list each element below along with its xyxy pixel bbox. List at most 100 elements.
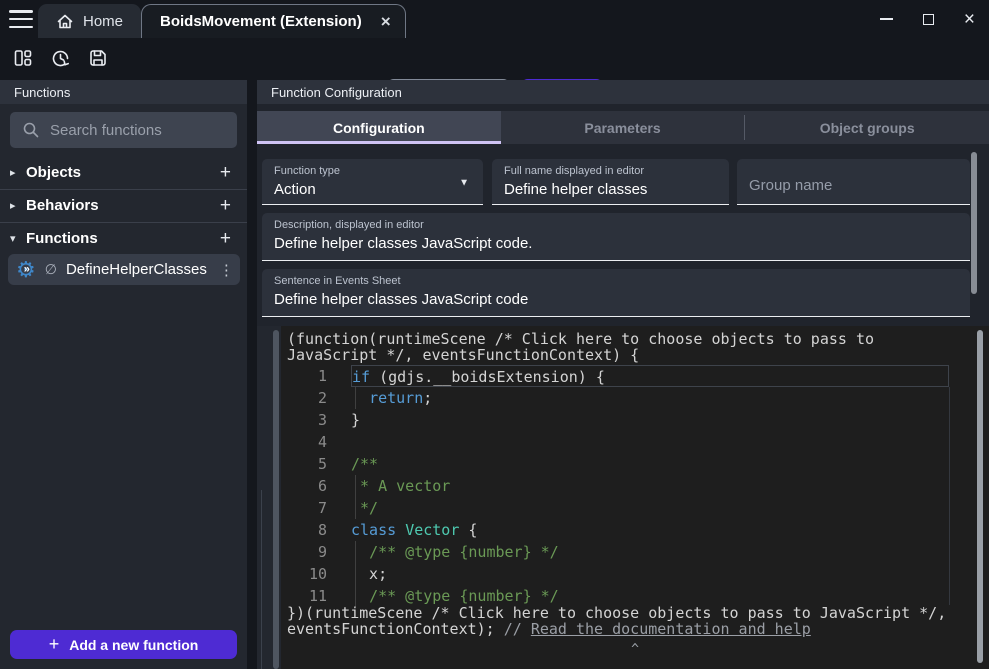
code-token — [396, 521, 405, 539]
code-line[interactable]: 1 if (gdjs.__boidsExtension) { — [281, 365, 989, 387]
home-tab-label: Home — [83, 13, 123, 30]
functions-sidebar: Functions Search functions ▸ Objects + ▸… — [0, 80, 247, 669]
line-number: 1 — [281, 365, 327, 387]
code-line[interactable]: 9 /** @type {number} */ — [281, 541, 989, 563]
tab-home[interactable]: Home — [38, 4, 141, 38]
code-line-content[interactable]: } — [351, 409, 949, 431]
code-line[interactable]: 8class Vector { — [281, 519, 989, 541]
code-line-content[interactable]: */ — [351, 497, 949, 519]
code-token: (gdjs.__boidsExtension) { — [370, 368, 605, 386]
code-token: return — [369, 389, 423, 407]
code-line-content[interactable]: /** @type {number} */ — [351, 541, 949, 563]
hamburger-menu-button[interactable] — [9, 10, 33, 28]
section-label: Behaviors — [26, 197, 214, 214]
code-token: Vector — [405, 521, 459, 539]
code-line[interactable]: 5 /** — [281, 453, 989, 475]
code-line-content[interactable]: x; — [351, 563, 949, 585]
code-line[interactable]: 6 * A vector — [281, 475, 989, 497]
code-line-content[interactable]: if (gdjs.__boidsExtension) { — [351, 365, 949, 387]
active-tab-label: BoidsMovement (Extension) — [160, 13, 362, 30]
chevron-down-icon[interactable]: ▾ — [10, 232, 24, 245]
add-function-label: Add a new function — [69, 637, 198, 653]
add-function-button[interactable]: + — [214, 228, 237, 250]
code-line[interactable]: 7 */ — [281, 497, 989, 519]
sidebar-section-objects[interactable]: ▸ Objects + — [0, 157, 247, 188]
close-tab-icon[interactable]: × — [381, 13, 391, 30]
full-name-field[interactable]: Full name displayed in editor Define hel… — [492, 159, 729, 205]
line-number: 9 — [281, 541, 327, 563]
function-name: DefineHelperClasses — [66, 261, 207, 278]
group-name-field[interactable]: Group name — [737, 159, 970, 205]
main-panel-title: Function Configuration — [271, 85, 402, 100]
editor-guide-line — [949, 387, 950, 605]
add-behavior-button[interactable]: + — [214, 195, 237, 217]
code-header[interactable]: (function(runtimeScene /* Click here to … — [281, 326, 989, 363]
code-editor-left-scrollbar[interactable] — [273, 330, 279, 669]
function-type-select[interactable]: Function type Action ▼ — [262, 159, 483, 205]
code-line-content[interactable]: return; — [351, 387, 949, 409]
more-options-icon[interactable]: ⋮ — [216, 261, 237, 279]
history-icon[interactable] — [50, 48, 71, 69]
add-new-function-button[interactable]: + Add a new function — [10, 630, 237, 659]
code-lines: 1if (gdjs.__boidsExtension) {2 return;3}… — [281, 365, 989, 607]
code-header-line[interactable]: (function(runtimeScene /* Click here to … — [287, 331, 989, 347]
code-token: ; — [423, 389, 432, 407]
code-token: // — [504, 620, 531, 638]
code-line-content[interactable] — [351, 431, 949, 453]
description-field[interactable]: Description, displayed in editor Define … — [262, 213, 970, 261]
code-footer-line[interactable]: })(runtimeScene /* Click here to choose … — [287, 605, 989, 621]
tab-boidsmovement-extension[interactable]: BoidsMovement (Extension) × — [141, 4, 406, 38]
line-number: 10 — [281, 563, 327, 585]
window-controls: × — [880, 0, 975, 38]
function-icon: ⚙ » — [16, 259, 36, 281]
minimize-icon[interactable] — [880, 18, 893, 20]
tab-object-groups[interactable]: Object groups — [745, 111, 989, 144]
chevron-right-icon[interactable]: ▸ — [10, 166, 24, 179]
sentence-field[interactable]: Sentence in Events Sheet Define helper c… — [262, 269, 970, 317]
line-number: 5 — [281, 453, 327, 475]
toolbar-left-group — [13, 42, 108, 74]
expand-caret[interactable]: ^ — [281, 642, 989, 657]
indent-guide — [355, 497, 356, 519]
add-object-button[interactable]: + — [214, 162, 237, 184]
indent-guide — [355, 387, 356, 409]
configuration-tabs: Configuration Parameters Object groups — [257, 111, 989, 144]
sidebar-panel-header: Functions — [0, 80, 247, 104]
line-number: 4 — [281, 431, 327, 453]
code-editor-scrollbar[interactable] — [977, 330, 983, 663]
visibility-off-icon: ∅ — [45, 261, 57, 278]
home-icon — [56, 13, 74, 30]
code-line[interactable]: 10 x; — [281, 563, 989, 585]
code-token: class — [351, 521, 396, 539]
sidebar-section-behaviors[interactable]: ▸ Behaviors + — [0, 190, 247, 221]
code-token: * A vector — [351, 477, 450, 495]
line-number: 2 — [281, 387, 327, 409]
section-label: Functions — [26, 230, 214, 247]
panels-layout-icon[interactable] — [13, 48, 33, 68]
sidebar-section-functions[interactable]: ▾ Functions + — [0, 223, 247, 254]
code-footer-line[interactable]: eventsFunctionContext); // Read the docu… — [287, 621, 989, 637]
chevron-right-icon[interactable]: ▸ — [10, 199, 24, 212]
code-line[interactable]: 2 return; — [281, 387, 989, 409]
code-line-content[interactable]: * A vector — [351, 475, 949, 497]
tab-configuration[interactable]: Configuration — [257, 111, 501, 144]
search-functions-input[interactable]: Search functions — [10, 112, 237, 148]
js-code-editor[interactable]: (function(runtimeScene /* Click here to … — [257, 326, 989, 669]
code-footer[interactable]: })(runtimeScene /* Click here to choose … — [281, 605, 989, 637]
code-line[interactable]: 3} — [281, 409, 989, 431]
code-line-content[interactable]: class Vector { — [351, 519, 949, 541]
code-token: /** @type {number} */ — [369, 543, 559, 561]
code-line-content[interactable]: /** — [351, 453, 949, 475]
close-window-icon[interactable]: × — [964, 10, 975, 29]
configuration-scrollbar[interactable] — [971, 152, 977, 294]
code-token: x; — [351, 565, 387, 583]
code-editor-surface[interactable]: (function(runtimeScene /* Click here to … — [281, 326, 989, 669]
save-icon[interactable] — [88, 48, 108, 68]
dropdown-caret-icon[interactable]: ▼ — [459, 177, 469, 188]
documentation-link[interactable]: Read the documentation and help — [531, 620, 811, 638]
code-header-line[interactable]: JavaScript */, eventsFunctionContext) { — [287, 347, 989, 363]
code-line[interactable]: 4 — [281, 431, 989, 453]
tab-parameters[interactable]: Parameters — [501, 111, 745, 144]
function-item-definehelperclasses[interactable]: ⚙ » ∅ DefineHelperClasses ⋮ — [8, 254, 240, 285]
maximize-icon[interactable] — [923, 14, 934, 25]
